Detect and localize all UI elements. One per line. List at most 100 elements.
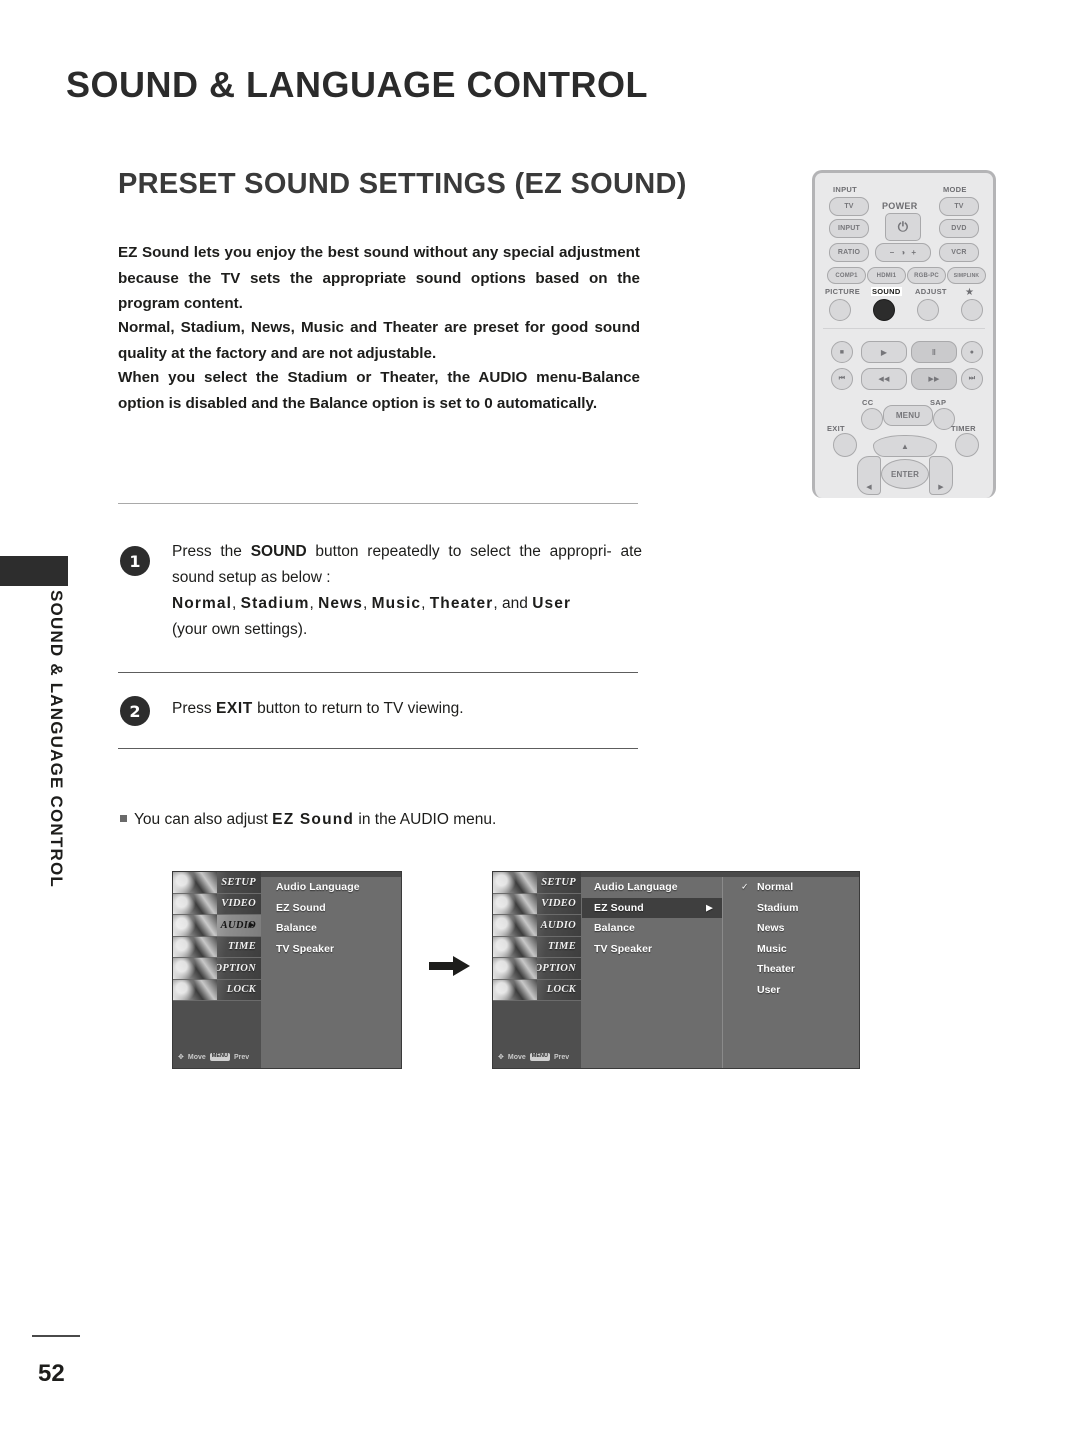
remote-label-mode: MODE bbox=[943, 185, 967, 194]
rewind-icon[interactable]: ◀◀ bbox=[861, 368, 907, 390]
osd1-item-ez-sound-label: EZ Sound bbox=[276, 901, 326, 914]
remote-key-favorite[interactable] bbox=[961, 299, 983, 321]
osd2-menu-audio[interactable]: AUDIO bbox=[493, 915, 581, 937]
osd1-menu-setup[interactable]: SETUP bbox=[173, 872, 261, 894]
dpad-left-icon[interactable]: ◀ bbox=[857, 456, 881, 495]
remote-label-adjust: ADJUST bbox=[915, 287, 947, 296]
osd1-menu-time[interactable]: TIME bbox=[173, 936, 261, 958]
time-thumbnail-icon bbox=[493, 936, 537, 957]
osd2-menu-setup-label: SETUP bbox=[541, 876, 576, 888]
osd2-item-audio-language[interactable]: Audio Language bbox=[582, 877, 722, 898]
remote-key-sound[interactable] bbox=[873, 299, 895, 321]
osd2-menu-option[interactable]: OPTION bbox=[493, 958, 581, 980]
osd2-option-normal[interactable]: ✓ Normal bbox=[723, 877, 859, 898]
step-2-line1-a: Press bbox=[172, 700, 216, 717]
brightness-control[interactable]: – ◑ + bbox=[875, 243, 931, 262]
remote-key-dvd[interactable]: DVD bbox=[939, 219, 979, 238]
osd1-menu-audio[interactable]: AUDIO ▶ bbox=[173, 915, 261, 937]
osd2-option-stadium[interactable]: Stadium bbox=[723, 898, 859, 919]
osd2-menu-video-label: VIDEO bbox=[541, 898, 576, 910]
remote-key-mode-tv[interactable]: TV bbox=[939, 197, 979, 216]
osd2-menu-setup[interactable]: SETUP bbox=[493, 872, 581, 894]
osd1-menu-lock[interactable]: LOCK bbox=[173, 979, 261, 1001]
divider-top bbox=[118, 503, 638, 504]
osd-screen-ez-sound-submenu: SETUP VIDEO AUDIO TIME OPTION LOCK ✥ Mov… bbox=[492, 871, 860, 1069]
remote-key-picture[interactable] bbox=[829, 299, 851, 321]
previous-track-icon[interactable]: ⏮ bbox=[831, 368, 853, 390]
note-ez-sound: EZ Sound bbox=[272, 811, 355, 828]
remote-key-comp1[interactable]: COMP1 bbox=[827, 267, 866, 284]
remote-key-vcr[interactable]: VCR bbox=[939, 243, 979, 262]
remote-key-ratio[interactable]: RATIO bbox=[829, 243, 869, 262]
osd2-option-theater[interactable]: Theater bbox=[723, 959, 859, 980]
osd2-menu-time[interactable]: TIME bbox=[493, 936, 581, 958]
audio-thumbnail-icon bbox=[173, 915, 217, 936]
star-icon: ★ bbox=[965, 287, 975, 298]
next-track-icon[interactable]: ⏭ bbox=[961, 368, 983, 390]
osd2-menu-time-label: TIME bbox=[547, 941, 576, 953]
sep4: , bbox=[421, 595, 430, 612]
footer-rule bbox=[32, 1335, 80, 1337]
timer-button[interactable] bbox=[955, 433, 979, 457]
remote-key-tv[interactable]: TV bbox=[829, 197, 869, 216]
section-title: PRESET SOUND SETTINGS (EZ SOUND) bbox=[118, 168, 687, 200]
osd1-menu-option[interactable]: OPTION bbox=[173, 958, 261, 980]
square-bullet-icon bbox=[120, 815, 127, 822]
remote-label-timer: TIMER bbox=[951, 424, 976, 433]
dpad-up-icon[interactable]: ▲ bbox=[873, 435, 937, 457]
osd2-move-label: Move bbox=[507, 1053, 526, 1061]
osd2-item-balance[interactable]: Balance bbox=[582, 918, 722, 939]
osd2-option-user[interactable]: User bbox=[723, 980, 859, 1001]
remote-key-cc[interactable] bbox=[861, 408, 883, 430]
stop-icon[interactable]: ■ bbox=[831, 341, 853, 363]
osd2-item-tv-speaker-label: TV Speaker bbox=[594, 942, 653, 955]
osd2-item-ez-sound[interactable]: EZ Sound ▶ bbox=[582, 897, 722, 918]
osd1-menu-video[interactable]: VIDEO bbox=[173, 893, 261, 915]
osd2-item-list: Audio Language EZ Sound ▶ Balance TV Spe… bbox=[582, 877, 722, 1068]
checkmark-icon: ✓ bbox=[741, 881, 749, 892]
intro-paragraph-1: EZ Sound lets you enjoy the best sound w… bbox=[118, 244, 640, 312]
brightness-icon: ◑ bbox=[900, 248, 906, 257]
audio-thumbnail-icon bbox=[493, 915, 537, 936]
step-1-option-theater: Theater bbox=[429, 595, 494, 612]
osd1-item-balance[interactable]: Balance bbox=[262, 918, 401, 939]
osd2-option-theater-label: Theater bbox=[757, 963, 795, 976]
osd2-option-music[interactable]: Music bbox=[723, 939, 859, 960]
note-text-c: in the bbox=[354, 811, 400, 828]
play-icon[interactable]: ▶ bbox=[861, 341, 907, 363]
remote-key-simplink[interactable]: SIMPLINK bbox=[947, 267, 986, 284]
step-1-option-user: User bbox=[532, 595, 572, 612]
osd1-item-ez-sound[interactable]: EZ Sound bbox=[262, 898, 401, 919]
osd1-item-audio-language[interactable]: Audio Language bbox=[262, 877, 401, 898]
osd1-item-tv-speaker[interactable]: TV Speaker bbox=[262, 939, 401, 960]
brightness-plus-icon: + bbox=[911, 248, 917, 257]
osd2-menu-lock[interactable]: LOCK bbox=[493, 979, 581, 1001]
osd2-menu-video[interactable]: VIDEO bbox=[493, 893, 581, 915]
osd2-menu-audio-label: AUDIO bbox=[540, 919, 576, 931]
move-dpad-icon: ✥ bbox=[178, 1053, 184, 1061]
osd1-menu-time-label: TIME bbox=[227, 941, 256, 953]
remote-key-input[interactable]: INPUT bbox=[829, 219, 869, 238]
fast-forward-icon[interactable]: ▶▶ bbox=[911, 368, 957, 390]
record-icon[interactable]: ● bbox=[961, 341, 983, 363]
side-tab-label: SOUND & LANGUAGE CONTROL bbox=[47, 590, 66, 888]
remote-key-hdmi1[interactable]: HDMI1 bbox=[867, 267, 906, 284]
page-number: 52 bbox=[38, 1360, 65, 1387]
pause-icon[interactable]: ‖ bbox=[911, 341, 957, 363]
osd1-prev-label: Prev bbox=[233, 1053, 250, 1061]
enter-button[interactable]: ENTER bbox=[881, 459, 929, 489]
remote-key-rgb-pc[interactable]: RGB-PC bbox=[907, 267, 946, 284]
osd2-option-list: ✓ Normal Stadium News Music Theater User bbox=[722, 877, 859, 1068]
power-icon[interactable]: ⏻ bbox=[885, 213, 921, 241]
divider-middle bbox=[118, 672, 638, 673]
osd2-item-tv-speaker[interactable]: TV Speaker bbox=[582, 939, 722, 960]
dpad-right-icon[interactable]: ▶ bbox=[929, 456, 953, 495]
remote-key-adjust[interactable] bbox=[917, 299, 939, 321]
osd2-option-user-label: User bbox=[757, 983, 781, 996]
osd1-item-balance-label: Balance bbox=[276, 922, 317, 935]
step-1-badge: 1 bbox=[120, 546, 150, 576]
exit-button[interactable] bbox=[833, 433, 857, 457]
lock-thumbnail-icon bbox=[173, 979, 217, 1000]
menu-button[interactable]: MENU bbox=[883, 405, 933, 426]
osd2-option-news[interactable]: News bbox=[723, 918, 859, 939]
